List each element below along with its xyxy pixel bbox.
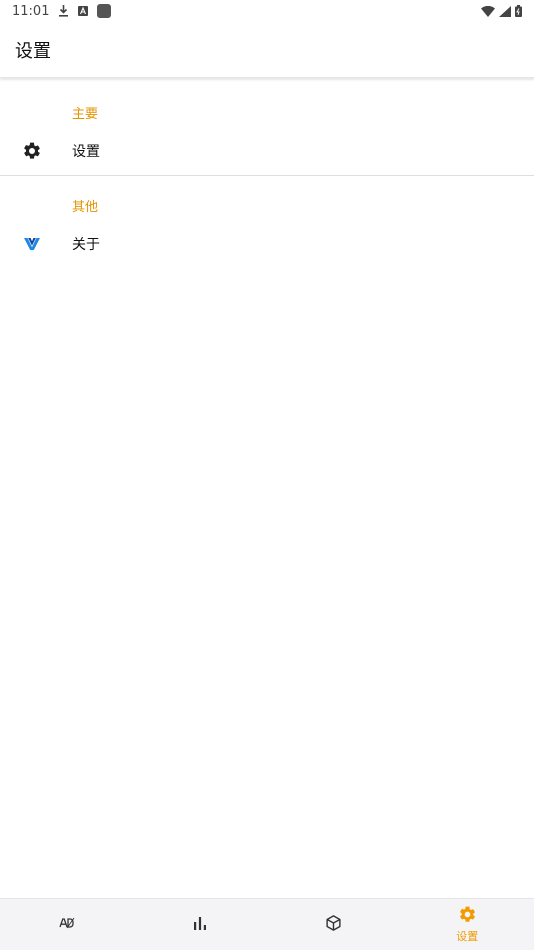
status-time: 11:01 <box>12 4 49 19</box>
package-icon <box>325 914 342 935</box>
signal-icon <box>499 6 511 17</box>
section-header-other: 其他 <box>72 196 98 215</box>
nav-item-stats[interactable] <box>134 899 268 950</box>
battery-icon <box>515 5 522 17</box>
list-item-label: 关于 <box>72 234 100 254</box>
v-logo-icon <box>0 237 72 251</box>
nav-item-settings[interactable]: 设置 <box>401 899 534 950</box>
status-left: 11:01 <box>12 4 111 19</box>
list-item-about[interactable]: 关于 <box>0 221 534 267</box>
bar-chart-icon <box>193 917 207 933</box>
gear-icon <box>0 141 72 161</box>
app-square-icon <box>97 4 111 18</box>
font-a-icon <box>78 6 88 16</box>
gear-icon <box>458 905 477 927</box>
ad-icon <box>59 917 75 932</box>
status-bar: 11:01 <box>0 0 534 22</box>
status-right <box>481 5 522 17</box>
wifi-icon <box>481 6 495 17</box>
section-divider <box>0 175 534 176</box>
bottom-navigation: 设置 <box>0 898 534 950</box>
download-icon <box>58 5 69 17</box>
list-item-label: 设置 <box>72 141 100 161</box>
nav-item-package[interactable] <box>267 899 401 950</box>
section-header-main: 主要 <box>72 103 98 122</box>
nav-label-settings: 设置 <box>456 928 478 944</box>
nav-item-ad[interactable] <box>0 899 134 950</box>
app-bar: 设置 <box>0 22 534 78</box>
page-title: 设置 <box>15 37 51 63</box>
list-item-settings[interactable]: 设置 <box>0 128 534 174</box>
